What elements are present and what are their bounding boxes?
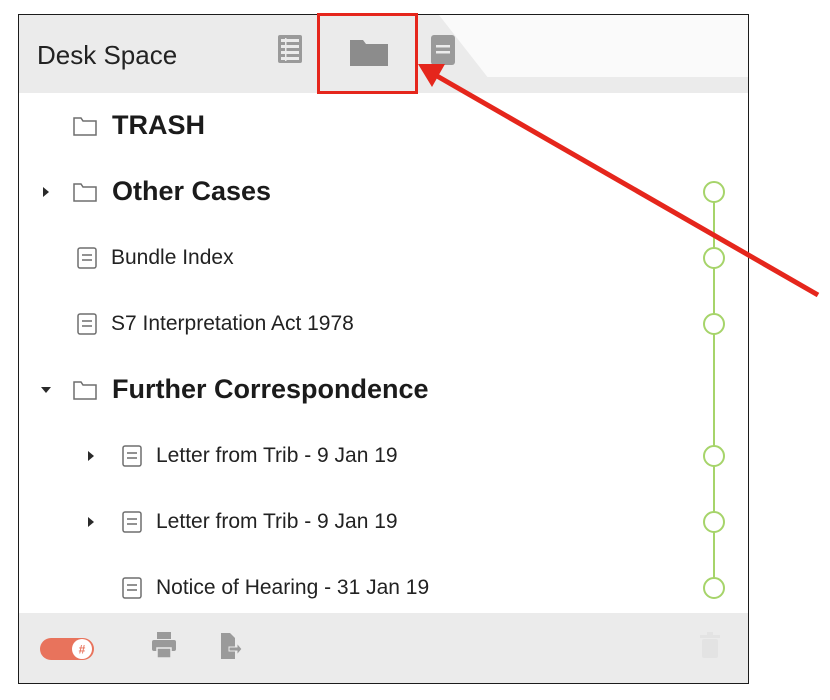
folder-outline-icon xyxy=(73,183,97,202)
export-icon xyxy=(221,633,243,659)
document-outline-icon xyxy=(122,511,142,533)
export-button[interactable] xyxy=(219,631,243,666)
toggle-switch-icon: # xyxy=(40,638,94,660)
tree-item-label: Letter from Trib - 9 Jan 19 xyxy=(156,444,398,467)
tree-document-row[interactable]: Notice of Hearing - 31 Jan 19 xyxy=(19,555,748,621)
tree-item-label: Bundle Index xyxy=(111,246,234,269)
disclosure-collapsed-icon[interactable] xyxy=(84,449,98,463)
disclosure-collapsed-icon[interactable] xyxy=(39,185,53,199)
tree-folder-row[interactable]: Other Cases xyxy=(19,159,748,225)
desk-space-panel: Desk Space TRASH Other Cases Bundle Inde… xyxy=(18,14,749,684)
tree-document-row[interactable]: Letter from Trib - 9 Jan 19 xyxy=(19,489,748,555)
tree-folder-row[interactable]: TRASH xyxy=(19,93,748,159)
delete-button[interactable] xyxy=(699,631,721,664)
tree-item-label: TRASH xyxy=(112,110,205,140)
print-button[interactable] xyxy=(151,631,177,664)
timeline-node xyxy=(703,511,725,533)
tree-folder-row[interactable]: Further Correspondence xyxy=(19,357,748,423)
folder-outline-icon xyxy=(73,381,97,400)
document-outline-icon xyxy=(122,445,142,467)
timeline-node xyxy=(703,181,725,203)
timeline-node xyxy=(703,247,725,269)
tree-item-label: S7 Interpretation Act 1978 xyxy=(111,312,354,335)
tree-item-label: Further Correspondence xyxy=(112,374,429,404)
folder-outline-icon xyxy=(73,117,97,136)
tree-item-label: Notice of Hearing - 31 Jan 19 xyxy=(156,576,430,599)
panel-footer: # xyxy=(19,613,748,683)
tree-document-row[interactable]: S7 Interpretation Act 1978 xyxy=(19,291,748,357)
disclosure-expanded-icon[interactable] xyxy=(39,383,53,397)
printer-icon xyxy=(152,632,176,659)
timeline-node xyxy=(703,445,725,467)
document-outline-icon xyxy=(77,313,97,335)
tree-document-row[interactable]: Bundle Index xyxy=(19,225,748,291)
trash-icon xyxy=(700,632,720,658)
document-outline-icon xyxy=(77,247,97,269)
label-toggle-switch[interactable]: # xyxy=(39,636,95,667)
tree-item-label: Other Cases xyxy=(112,176,272,206)
toggle-badge: # xyxy=(79,643,86,657)
timeline-node xyxy=(703,313,725,335)
disclosure-collapsed-icon[interactable] xyxy=(84,515,98,529)
tree-document-row[interactable]: Letter from Trib - 9 Jan 19 xyxy=(19,423,748,489)
tree-item-label: Letter from Trib - 9 Jan 19 xyxy=(156,510,398,533)
timeline-node xyxy=(703,577,725,599)
document-outline-icon xyxy=(122,577,142,599)
